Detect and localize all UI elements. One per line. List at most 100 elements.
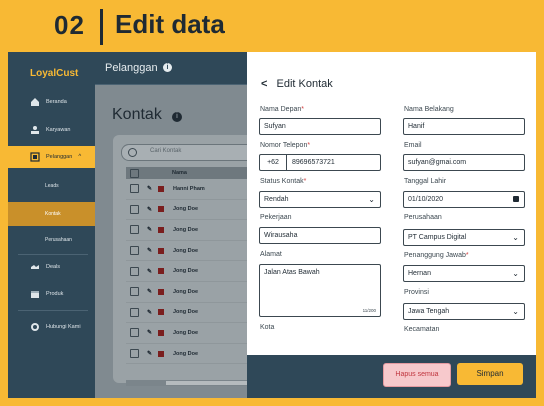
info-icon[interactable]: i bbox=[163, 63, 172, 72]
delete-icon[interactable] bbox=[158, 309, 164, 316]
edit-icon[interactable]: ✎ bbox=[147, 268, 155, 275]
label-tanggal-lahir: Tanggal Lahir bbox=[404, 178, 447, 185]
table-header: Nama bbox=[126, 167, 255, 179]
label-nomor-telepon: Nomor Telepon* bbox=[260, 142, 311, 149]
edit-icon[interactable]: ✎ bbox=[147, 247, 155, 254]
column-header-name: Nama bbox=[172, 170, 187, 176]
delete-icon[interactable] bbox=[158, 288, 164, 295]
save-button[interactable]: Simpan bbox=[457, 363, 523, 385]
sidebar-item-label: Produk bbox=[46, 291, 64, 297]
sidebar-item-beranda[interactable]: Beranda bbox=[8, 92, 95, 112]
sidebar-item-perusahaan[interactable]: Perusahaan bbox=[8, 230, 95, 250]
edit-icon[interactable]: ✎ bbox=[147, 309, 155, 316]
horizontal-scrollbar[interactable] bbox=[126, 380, 255, 386]
info-icon[interactable]: i bbox=[172, 112, 182, 122]
pic-select[interactable]: Hernan ⌄ bbox=[403, 265, 525, 282]
table-row[interactable]: ✎ Jong Doe bbox=[126, 323, 255, 344]
edit-icon[interactable]: ✎ bbox=[147, 329, 155, 336]
page-title: Kontak bbox=[112, 106, 162, 123]
sidebar-item-pelanggan[interactable]: Pelanggan ^ bbox=[8, 146, 95, 168]
row-checkbox[interactable] bbox=[130, 307, 139, 317]
delete-icon[interactable] bbox=[158, 206, 164, 213]
sidebar-item-label: Hubungi Kami bbox=[46, 324, 81, 330]
edit-icon[interactable]: ✎ bbox=[147, 185, 155, 192]
customer-icon bbox=[30, 152, 40, 162]
row-checkbox[interactable] bbox=[130, 246, 139, 256]
birthdate-field[interactable]: 01/10/2020 bbox=[403, 191, 525, 208]
select-all-checkbox[interactable] bbox=[130, 168, 139, 178]
table-row[interactable]: ✎ Jong Doe bbox=[126, 241, 255, 262]
sidebar-item-karyawan[interactable]: Karyawan bbox=[8, 120, 95, 140]
search-input[interactable]: Cari Kontak bbox=[121, 144, 257, 161]
char-counter: 11/200 bbox=[362, 308, 376, 313]
label-status-kontak: Status Kontak* bbox=[260, 178, 307, 185]
divider bbox=[18, 254, 88, 255]
label-perusahaan: Perusahaan bbox=[404, 214, 442, 221]
table-row[interactable]: ✎ Hanni Pham bbox=[126, 179, 255, 200]
calendar-icon[interactable] bbox=[513, 196, 519, 202]
row-name: Jong Doe bbox=[173, 247, 199, 254]
phone-field[interactable]: +62 89696573721 bbox=[259, 154, 381, 171]
edit-icon[interactable]: ✎ bbox=[147, 206, 155, 213]
table-row[interactable]: ✎ Jong Doe bbox=[126, 344, 255, 365]
delete-icon[interactable] bbox=[158, 329, 164, 336]
delete-icon[interactable] bbox=[158, 185, 164, 192]
company-select[interactable]: PT Campus Digital ⌄ bbox=[403, 229, 525, 246]
label-pekerjaan: Pekerjaan bbox=[260, 214, 292, 221]
sidebar-item-label: Beranda bbox=[46, 99, 67, 105]
sidebar-item-label: Deals bbox=[46, 264, 61, 270]
breadcrumb: Pelanggan bbox=[105, 62, 158, 74]
row-checkbox[interactable] bbox=[130, 266, 139, 276]
table-row[interactable]: ✎ Jong Doe bbox=[126, 200, 255, 221]
row-checkbox[interactable] bbox=[130, 349, 139, 359]
status-select[interactable]: Rendah ⌄ bbox=[259, 191, 381, 208]
edit-icon[interactable]: ✎ bbox=[147, 288, 155, 295]
table-row[interactable]: ✎ Jong Doe bbox=[126, 303, 255, 324]
label-email: Email bbox=[404, 142, 422, 149]
employee-icon bbox=[30, 125, 40, 135]
row-checkbox[interactable] bbox=[130, 328, 139, 338]
contact-page: Kontak i Cari Kontak Nama ✎ Hanni Pham ✎ J… bbox=[95, 85, 257, 398]
province-select[interactable]: Jawa Tengah ⌄ bbox=[403, 303, 525, 320]
sidebar-item-produk[interactable]: Produk bbox=[8, 284, 95, 304]
delete-icon[interactable] bbox=[158, 247, 164, 254]
label-provinsi: Provinsi bbox=[404, 289, 429, 296]
label-kecamatan: Kecamatan bbox=[404, 326, 440, 333]
handshake-icon bbox=[30, 262, 40, 272]
chevron-down-icon: ⌄ bbox=[512, 269, 519, 278]
sidebar: LoyalCust Beranda Karyawan Pelanggan ^ L… bbox=[8, 52, 95, 398]
back-arrow-icon[interactable]: < bbox=[261, 78, 267, 90]
row-checkbox[interactable] bbox=[130, 184, 139, 194]
last-name-field[interactable]: Hanif bbox=[403, 118, 525, 135]
delete-icon[interactable] bbox=[158, 226, 164, 233]
row-name: Jong Doe bbox=[173, 206, 199, 213]
table-row[interactable]: ✎ Jong Doe bbox=[126, 261, 255, 282]
delete-icon[interactable] bbox=[158, 268, 164, 275]
chevron-down-icon: ⌄ bbox=[512, 307, 519, 316]
drawer-header: < Edit Kontak bbox=[261, 78, 333, 90]
edit-icon[interactable]: ✎ bbox=[147, 350, 155, 357]
sidebar-item-kontak[interactable]: Kontak bbox=[8, 202, 95, 226]
sidebar-item-hubungi-kami[interactable]: Hubungi Kami bbox=[8, 317, 95, 337]
row-checkbox[interactable] bbox=[130, 225, 139, 235]
sidebar-item-deals[interactable]: Deals bbox=[8, 257, 95, 277]
address-textarea[interactable]: Jalan Atas Bawah 11/200 bbox=[259, 264, 381, 317]
job-field[interactable]: Wirausaha bbox=[259, 227, 381, 244]
table-row[interactable]: ✎ Jong Doe bbox=[126, 220, 255, 241]
first-name-field[interactable]: Sufyan bbox=[259, 118, 381, 135]
clear-all-button[interactable]: Hapus semua bbox=[383, 363, 451, 387]
sidebar-item-label: Leads bbox=[45, 183, 59, 189]
delete-icon[interactable] bbox=[158, 350, 164, 357]
row-checkbox[interactable] bbox=[130, 204, 139, 214]
edit-icon[interactable]: ✎ bbox=[147, 226, 155, 233]
step-number: 02 bbox=[54, 10, 85, 40]
table-row[interactable]: ✎ Jong Doe bbox=[126, 282, 255, 303]
row-name: Jong Doe bbox=[173, 226, 199, 233]
scrollbar-thumb[interactable] bbox=[166, 381, 251, 385]
email-field[interactable]: sufyan@gmai.com bbox=[403, 154, 525, 171]
contact-table: Nama ✎ Hanni Pham ✎ Jong Doe ✎ Jong Doe ✎ Jo… bbox=[126, 167, 255, 365]
drawer-footer: Hapus semua Simpan bbox=[247, 355, 536, 398]
row-checkbox[interactable] bbox=[130, 287, 139, 297]
sidebar-item-leads[interactable]: Leads bbox=[8, 176, 95, 196]
logo: LoyalCust bbox=[30, 68, 79, 79]
